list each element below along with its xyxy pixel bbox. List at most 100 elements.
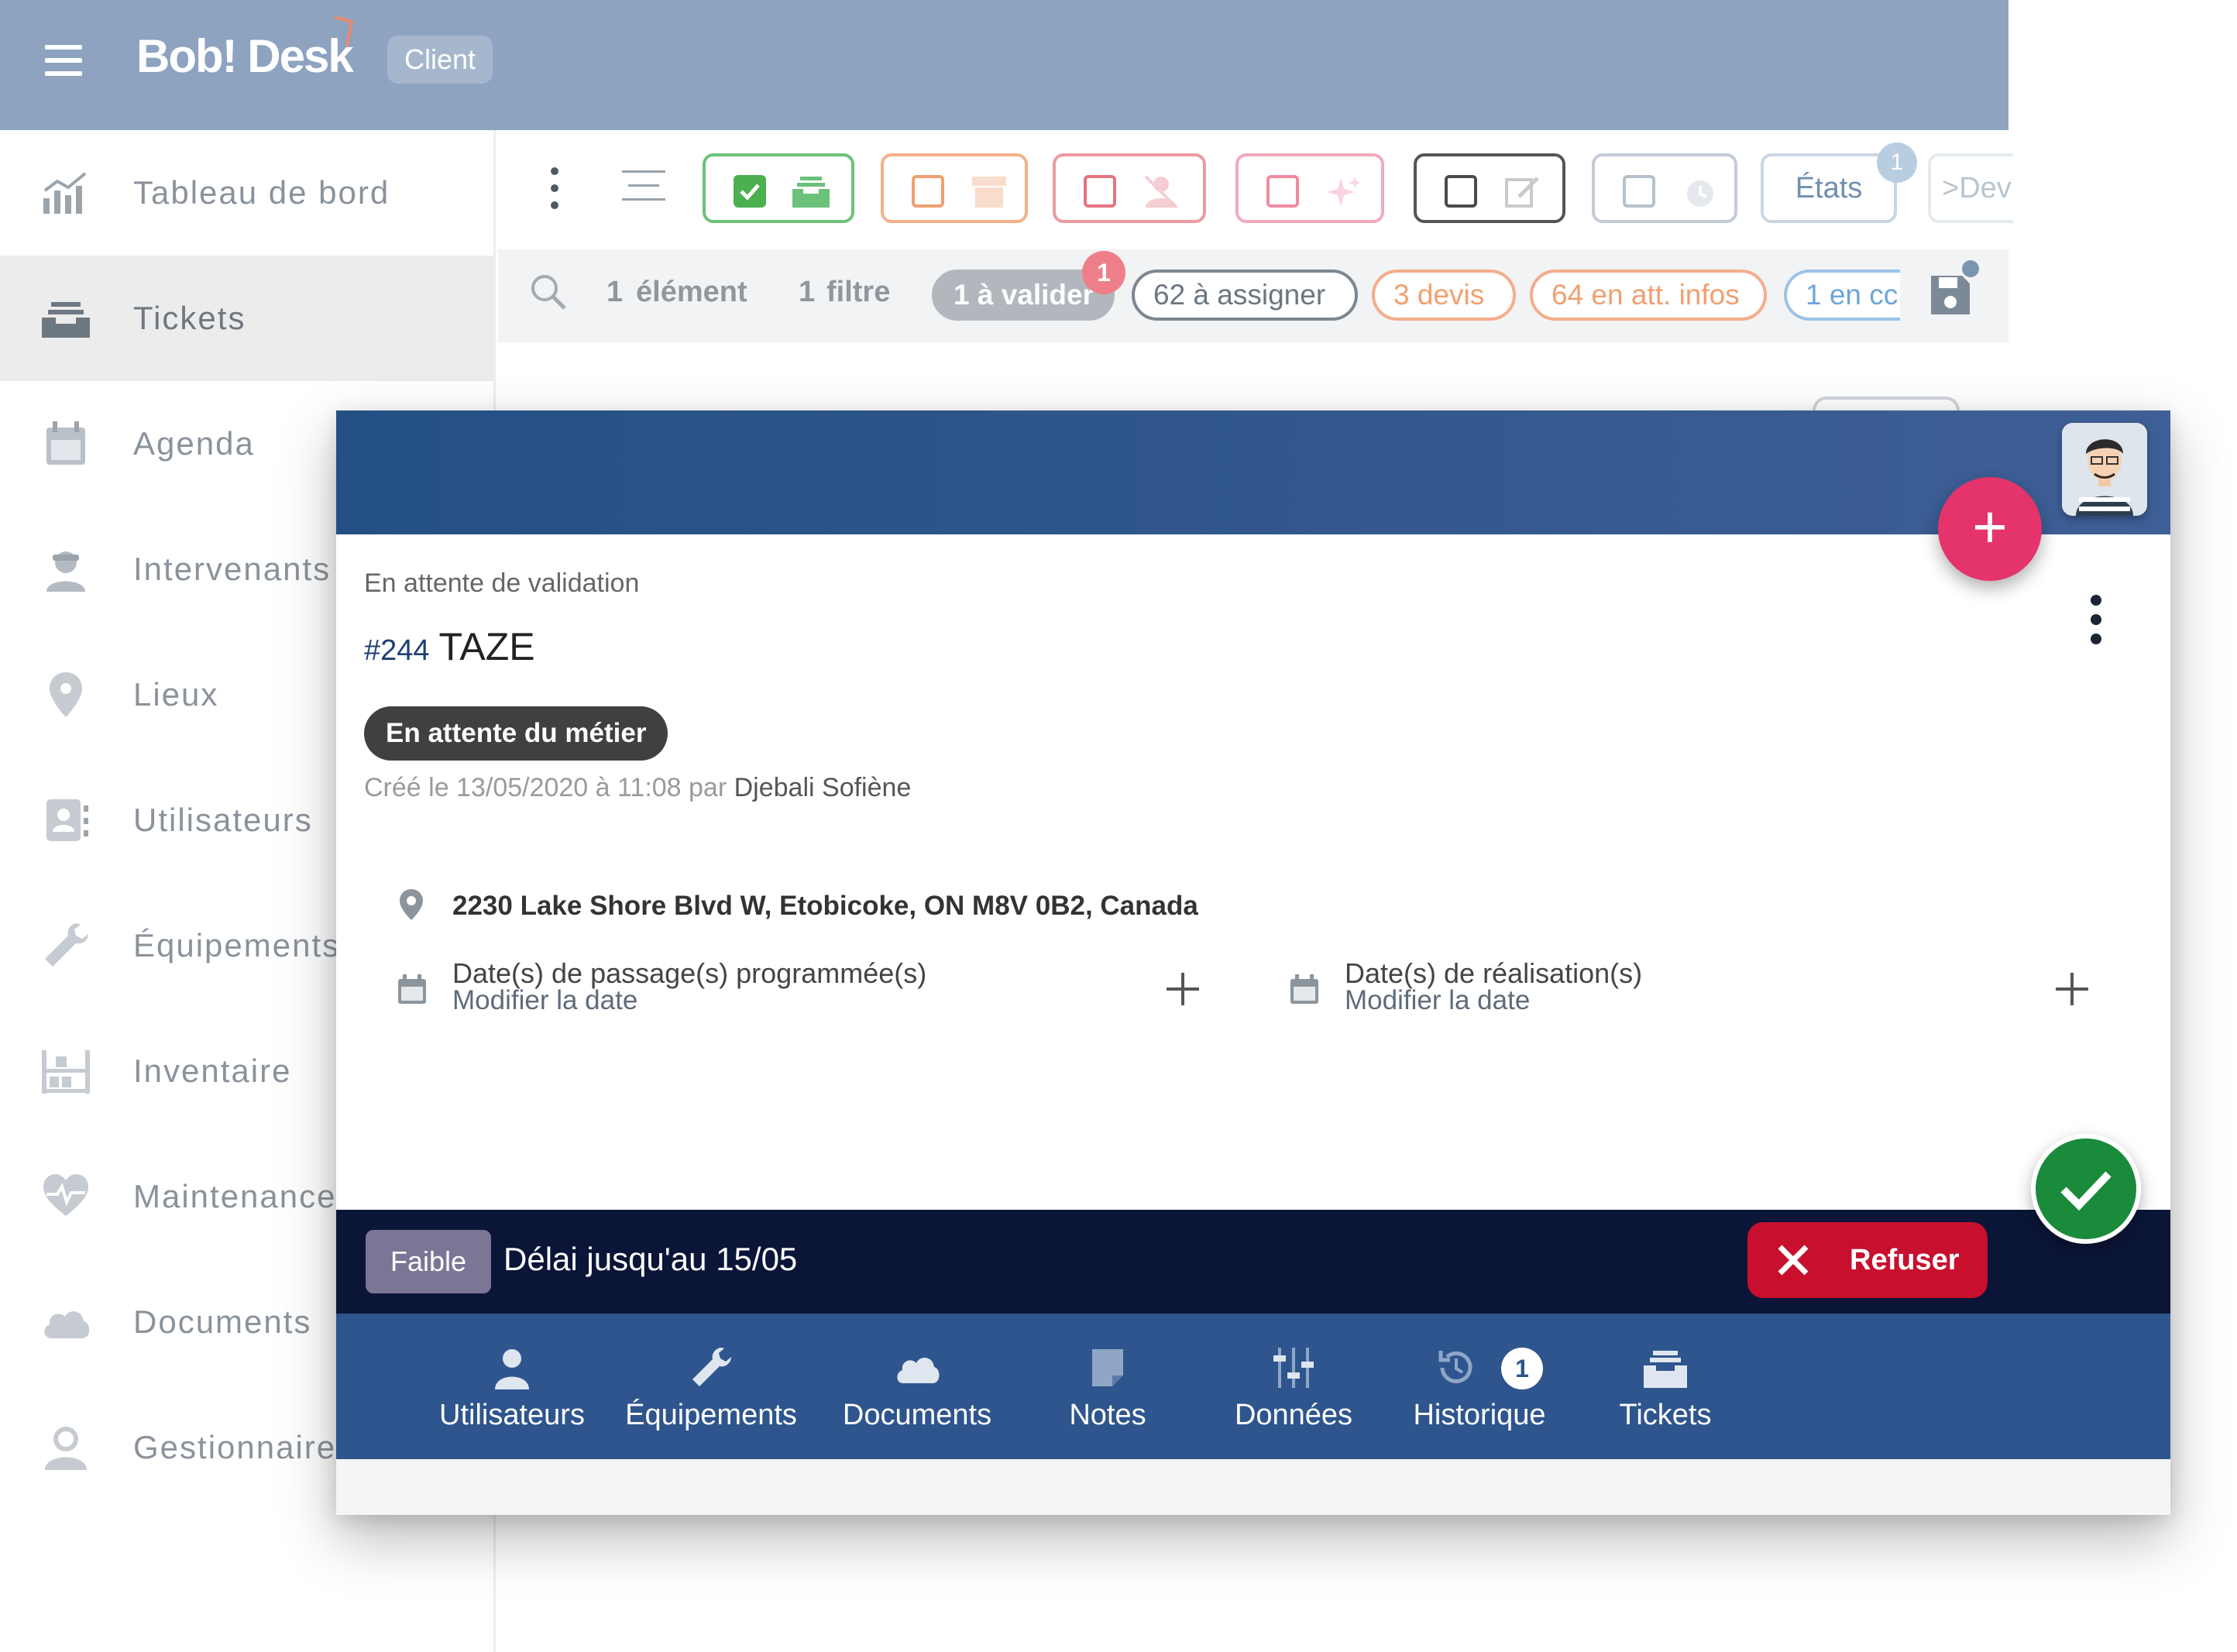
tab-label: Utilisateurs xyxy=(439,1399,585,1431)
top-app-bar: Bob! Desk Client xyxy=(0,0,2008,130)
save-icon[interactable] xyxy=(1928,273,1973,318)
checkmark-icon xyxy=(2060,1171,2112,1211)
refuse-label: Refuser xyxy=(1850,1244,1960,1276)
refuse-button[interactable]: Refuser xyxy=(1747,1222,1988,1298)
filter-alarm-button[interactable] xyxy=(1592,153,1737,223)
avatar[interactable] xyxy=(2062,423,2147,516)
sidebar-item-label: Lieux xyxy=(133,676,219,713)
ticket-title-row: #244 TAZE xyxy=(364,624,535,669)
filter-unassigned-button[interactable] xyxy=(1053,153,1206,223)
inbox-tray-icon xyxy=(792,177,830,208)
created-date: Créé le 13/05/2020 à 11:08 par xyxy=(364,773,734,802)
chip-in-progress[interactable]: 1 en cc xyxy=(1784,270,1900,321)
tab-label: Historique xyxy=(1413,1399,1546,1431)
sidebar-item-label: Agenda xyxy=(133,425,255,462)
planned-dates-edit-link[interactable]: Modifier la date xyxy=(452,985,637,1016)
ticket-detail-card: + En attente de validation #244 TAZE En a… xyxy=(336,410,2170,1515)
heartbeat-icon xyxy=(43,1174,88,1216)
chip-to-assign[interactable]: 62 à assigner xyxy=(1132,270,1358,321)
tab-tickets[interactable]: Tickets xyxy=(1572,1314,1758,1459)
sidebar-item-label: Équipements xyxy=(133,927,341,963)
tab-documents[interactable]: Documents xyxy=(816,1314,1018,1459)
note-icon xyxy=(1092,1349,1123,1386)
completion-dates-edit-link[interactable]: Modifier la date xyxy=(1345,985,1530,1016)
sidebar-item-label: Tableau de bord xyxy=(133,174,390,211)
checkbox-icon[interactable] xyxy=(1084,175,1116,208)
tab-notes[interactable]: Notes xyxy=(1015,1314,1201,1459)
list-view-icon[interactable] xyxy=(622,170,665,201)
sidebar-item-label: Documents xyxy=(133,1303,312,1340)
chip-badge: 1 xyxy=(1082,251,1125,294)
unsaved-indicator xyxy=(1962,260,1979,277)
ticket-number: #244 xyxy=(364,634,430,667)
tab-donnees[interactable]: Données xyxy=(1201,1314,1387,1459)
checked-checkbox-icon[interactable] xyxy=(734,175,766,208)
inbox-tray-icon xyxy=(1644,1351,1687,1388)
cloud-icon xyxy=(44,1311,90,1338)
chip-quotes[interactable]: 3 devis xyxy=(1372,270,1516,321)
checkbox-icon[interactable] xyxy=(1266,175,1299,208)
ticket-toolbar: États 1 >Dev xyxy=(498,130,2013,246)
checkbox-icon[interactable] xyxy=(1623,175,1655,208)
calendar-icon xyxy=(46,421,85,465)
state-badge[interactable]: En attente du métier xyxy=(364,706,668,761)
deadline-text: Délai jusqu'au 15/05 xyxy=(503,1241,798,1277)
app-logo[interactable]: Bob! Desk xyxy=(136,29,354,83)
inbox-tray-icon xyxy=(42,302,90,338)
filter-edited-button[interactable] xyxy=(1414,153,1565,223)
ticket-status: En attente de validation xyxy=(364,568,640,598)
wrench-icon xyxy=(692,1348,731,1386)
add-button[interactable]: + xyxy=(1938,477,2042,581)
created-author[interactable]: Djebali Sofiène xyxy=(734,773,912,802)
sidebar-item-tableau-de-bord[interactable]: Tableau de bord xyxy=(0,130,496,256)
filter-new-button[interactable] xyxy=(1235,153,1384,223)
validate-button[interactable] xyxy=(2031,1134,2141,1244)
chip-awaiting-info[interactable]: 64 en att. infos xyxy=(1530,270,1767,321)
sidebar-item-label: Gestionnaires xyxy=(133,1429,355,1465)
filter-label: filtre xyxy=(826,276,891,308)
tab-label: Tickets xyxy=(1619,1399,1712,1431)
edit-icon xyxy=(1505,177,1539,208)
tab-label: Documents xyxy=(842,1399,992,1431)
manager-icon xyxy=(45,1427,87,1470)
sidebar-item-label: Maintenances xyxy=(133,1178,355,1214)
element-count: 1 xyxy=(606,276,624,308)
inventory-icon xyxy=(42,1050,90,1094)
user-off-icon xyxy=(1144,175,1178,209)
tab-historique[interactable]: 1 Historique xyxy=(1387,1314,1572,1459)
tab-utilisateurs[interactable]: Utilisateurs xyxy=(421,1314,603,1459)
search-icon[interactable] xyxy=(529,273,568,311)
element-label: élément xyxy=(636,276,747,308)
more-options-icon[interactable] xyxy=(549,167,560,211)
created-info: Créé le 13/05/2020 à 11:08 par Djebali S… xyxy=(364,773,911,803)
sparkle-icon xyxy=(1327,177,1361,206)
sidebar-item-label: Intervenants xyxy=(133,551,332,587)
history-icon xyxy=(1438,1351,1472,1383)
more-vertical-icon[interactable] xyxy=(2088,595,2104,644)
calendar-icon xyxy=(1290,974,1318,1004)
card-header xyxy=(336,410,2170,534)
filter-to-validate-button[interactable] xyxy=(703,153,854,223)
sliders-icon xyxy=(1273,1348,1314,1388)
history-count-badge: 1 xyxy=(1501,1348,1543,1389)
user-icon xyxy=(495,1349,529,1389)
add-completion-date-button[interactable] xyxy=(2053,970,2091,1008)
hamburger-menu-icon[interactable] xyxy=(45,45,85,76)
priority-badge: Faible xyxy=(366,1230,492,1293)
states-count-badge: 1 xyxy=(1877,143,1917,183)
archive-box-icon xyxy=(972,177,1006,208)
calendar-icon xyxy=(398,974,426,1004)
add-planned-date-button[interactable] xyxy=(1163,970,1202,1008)
sidebar-item-tickets[interactable]: Tickets xyxy=(0,256,496,381)
dev-button[interactable]: >Dev xyxy=(1928,153,2013,223)
sidebar-item-label: Inventaire xyxy=(133,1053,292,1089)
deadline-bar: Faible Délai jusqu'au 15/05 Refuser xyxy=(336,1210,2170,1314)
checkbox-icon[interactable] xyxy=(1445,175,1477,208)
location-pin-icon xyxy=(400,889,423,920)
worker-icon xyxy=(46,551,85,592)
address-text[interactable]: 2230 Lake Shore Blvd W, Etobicoke, ON M8… xyxy=(452,891,1198,922)
logo-swoosh-icon xyxy=(334,15,354,47)
checkbox-icon[interactable] xyxy=(912,175,944,208)
filter-archive-button[interactable] xyxy=(881,153,1028,223)
tab-equipements[interactable]: Équipements xyxy=(610,1314,812,1459)
